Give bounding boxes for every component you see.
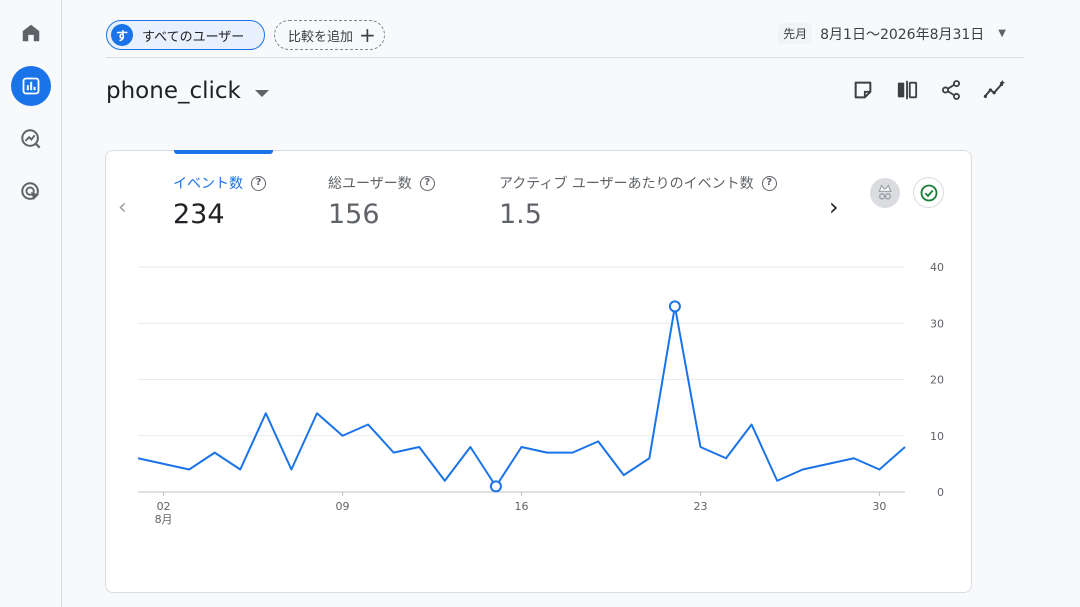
event-count-line-chart: 0 10 20 30 40 028月 09 16 23 30: [137, 261, 944, 526]
share-icon: [942, 80, 960, 100]
report-actions: [848, 76, 1024, 104]
add-comparison-label: 比較を追加: [288, 29, 354, 45]
x-tick-label: 16: [515, 500, 529, 513]
reports-icon: [22, 77, 40, 95]
insights-button[interactable]: [980, 76, 1010, 104]
annotation-button[interactable]: [848, 76, 878, 104]
explore-button[interactable]: [11, 119, 51, 159]
compare-button[interactable]: [892, 76, 922, 104]
metrics-card: ‹ イベント数 ? 234 総ユーザー数 ? 156 アクティブ ユーザーあたり…: [105, 150, 972, 593]
date-preset-label: 先月: [778, 23, 813, 44]
x-tick-label: 23: [693, 500, 707, 513]
home-icon: [22, 24, 40, 42]
segment-avatar: す: [111, 24, 133, 46]
note-icon: [854, 81, 872, 99]
date-range-picker[interactable]: 先月 8月1日～2026年8月31日 ▼: [778, 23, 1006, 44]
page-title: phone_click: [106, 78, 241, 104]
data-point: [489, 480, 502, 493]
series-line: [137, 305, 906, 488]
data-point: [668, 300, 681, 313]
x-tick-label: 30: [872, 500, 886, 513]
reports-button[interactable]: [11, 66, 51, 106]
caret-down-icon: [254, 89, 269, 97]
y-tick-label: 0: [937, 486, 944, 499]
explore-icon: [21, 129, 41, 149]
home-button[interactable]: [11, 13, 51, 53]
share-button[interactable]: [936, 76, 966, 104]
event-selector[interactable]: phone_click: [106, 78, 269, 104]
y-tick-label: 20: [930, 374, 944, 387]
x-tick-label: 02: [157, 500, 171, 513]
y-tick-label: 10: [930, 430, 944, 443]
advertising-icon: [21, 182, 40, 201]
date-range-text: 8月1日～2026年8月31日: [820, 26, 985, 43]
plus-icon: +: [359, 23, 376, 47]
chevron-down-icon: ▼: [998, 28, 1006, 39]
segment-chip-all-users[interactable]: す すべてのユーザー: [106, 20, 265, 50]
report-toolbar: す すべてのユーザー 比較を追加 + 先月 8月1日～2026年8月31日 ▼: [106, 20, 1024, 58]
x-tick-sublabel: 8月: [155, 513, 173, 526]
add-comparison-button[interactable]: 比較を追加 +: [274, 20, 385, 50]
y-tick-label: 30: [930, 317, 944, 330]
x-tick-label: 09: [336, 500, 350, 513]
insights-icon: [983, 79, 1006, 99]
left-nav-rail: [0, 0, 62, 607]
advertising-button[interactable]: [11, 172, 51, 212]
compare-icon: [897, 80, 918, 100]
y-tick-label: 40: [930, 261, 944, 274]
segment-label: すべてのユーザー: [142, 29, 245, 45]
